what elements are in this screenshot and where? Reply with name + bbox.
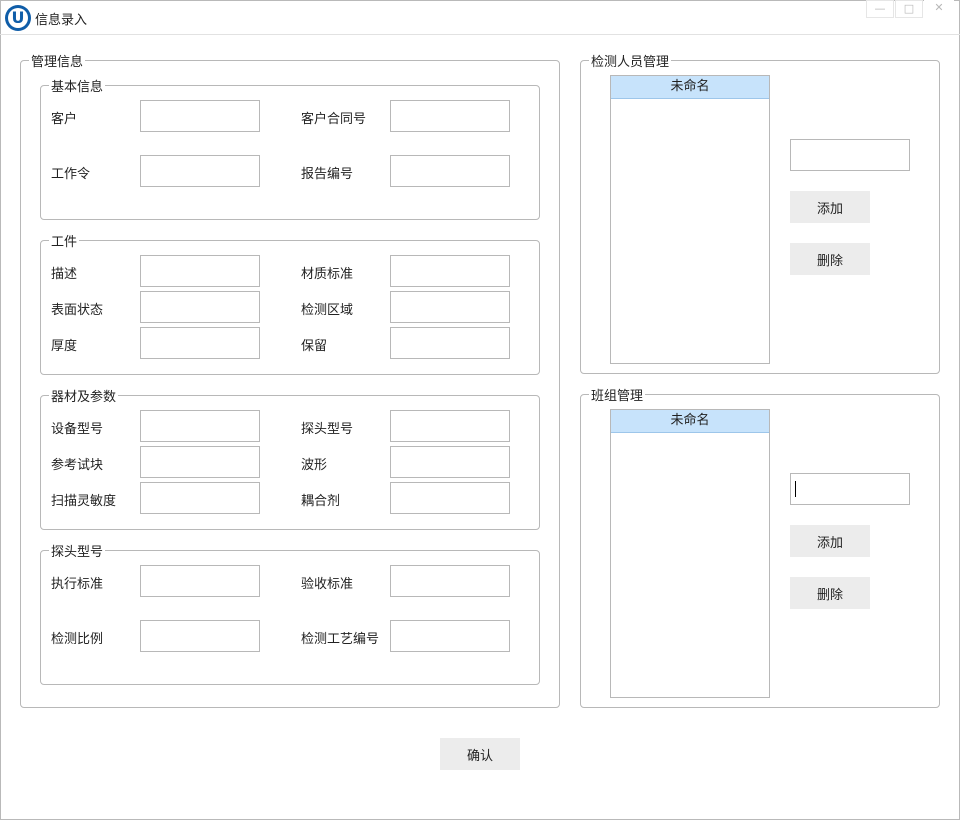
delete-team-button[interactable]: 删除 bbox=[790, 577, 870, 609]
title-bar: U 信息录入 — □ ✕ bbox=[0, 0, 960, 34]
scan-sensitivity-label: 扫描灵敏度 bbox=[51, 494, 117, 509]
device-model-label: 设备型号 bbox=[51, 422, 104, 437]
ref-block-input[interactable] bbox=[140, 446, 260, 478]
minimize-button[interactable]: — bbox=[866, 0, 894, 18]
description-label: 描述 bbox=[51, 267, 78, 282]
add-team-button[interactable]: 添加 bbox=[790, 525, 870, 557]
contract-no-label: 客户合同号 bbox=[301, 112, 367, 127]
reserved-input[interactable] bbox=[390, 327, 510, 359]
window-title: 信息录入 bbox=[35, 13, 88, 28]
basic-info-group: 基本信息 bbox=[40, 76, 540, 220]
customer-label: 客户 bbox=[51, 112, 78, 127]
process-no-label: 检测工艺编号 bbox=[301, 632, 380, 647]
add-inspector-button[interactable]: 添加 bbox=[790, 191, 870, 223]
thickness-label: 厚度 bbox=[51, 339, 78, 354]
thickness-input[interactable] bbox=[140, 327, 260, 359]
material-std-input[interactable] bbox=[390, 255, 510, 287]
material-std-label: 材质标准 bbox=[301, 267, 354, 282]
reserved-label: 保留 bbox=[301, 339, 328, 354]
exec-std-label: 执行标准 bbox=[51, 577, 104, 592]
inspect-ratio-label: 检测比例 bbox=[51, 632, 104, 647]
close-button[interactable]: ✕ bbox=[924, 0, 954, 18]
work-order-label: 工作令 bbox=[51, 167, 91, 182]
accept-std-input[interactable] bbox=[390, 565, 510, 597]
close-icon: ✕ bbox=[934, 1, 944, 14]
basic-info-legend: 基本信息 bbox=[51, 80, 104, 95]
inspectors-list[interactable]: 未命名 bbox=[610, 75, 770, 364]
teams-list-header[interactable]: 未命名 bbox=[611, 410, 769, 433]
waveform-label: 波形 bbox=[301, 458, 328, 473]
text-caret bbox=[795, 481, 796, 497]
couplant-input[interactable] bbox=[390, 482, 510, 514]
probe-model-label: 探头型号 bbox=[301, 422, 354, 437]
inspectors-legend: 检测人员管理 bbox=[591, 55, 670, 70]
surface-state-label: 表面状态 bbox=[51, 303, 104, 318]
customer-input[interactable] bbox=[140, 100, 260, 132]
app-logo-icon: U bbox=[5, 5, 31, 31]
probe-legend: 探头型号 bbox=[51, 545, 104, 560]
teams-list[interactable]: 未命名 bbox=[610, 409, 770, 698]
accept-std-label: 验收标准 bbox=[301, 577, 354, 592]
surface-state-input[interactable] bbox=[140, 291, 260, 323]
process-no-input[interactable] bbox=[390, 620, 510, 652]
report-no-input[interactable] bbox=[390, 155, 510, 187]
confirm-button[interactable]: 确认 bbox=[440, 738, 520, 770]
probe-group: 探头型号 bbox=[40, 541, 540, 685]
probe-model-input[interactable] bbox=[390, 410, 510, 442]
device-model-input[interactable] bbox=[140, 410, 260, 442]
inspect-area-input[interactable] bbox=[390, 291, 510, 323]
workpiece-legend: 工件 bbox=[51, 235, 78, 250]
ref-block-label: 参考试块 bbox=[51, 458, 104, 473]
inspect-area-label: 检测区域 bbox=[301, 303, 354, 318]
work-order-input[interactable] bbox=[140, 155, 260, 187]
inspector-name-input[interactable] bbox=[790, 139, 910, 171]
description-input[interactable] bbox=[140, 255, 260, 287]
exec-std-input[interactable] bbox=[140, 565, 260, 597]
contract-no-input[interactable] bbox=[390, 100, 510, 132]
inspectors-list-header[interactable]: 未命名 bbox=[611, 76, 769, 99]
maximize-button[interactable]: □ bbox=[895, 0, 923, 18]
team-name-input[interactable] bbox=[790, 473, 910, 505]
report-no-label: 报告编号 bbox=[301, 167, 354, 182]
title-separator bbox=[0, 34, 960, 35]
team-name-field[interactable] bbox=[790, 473, 910, 505]
inspect-ratio-input[interactable] bbox=[140, 620, 260, 652]
teams-legend: 班组管理 bbox=[591, 389, 644, 404]
couplant-label: 耦合剂 bbox=[301, 494, 341, 509]
maximize-icon: □ bbox=[903, 2, 915, 15]
management-legend: 管理信息 bbox=[31, 55, 84, 70]
scan-sensitivity-input[interactable] bbox=[140, 482, 260, 514]
equipment-legend: 器材及参数 bbox=[51, 390, 117, 405]
minimize-icon: — bbox=[874, 2, 886, 15]
waveform-input[interactable] bbox=[390, 446, 510, 478]
delete-inspector-button[interactable]: 删除 bbox=[790, 243, 870, 275]
